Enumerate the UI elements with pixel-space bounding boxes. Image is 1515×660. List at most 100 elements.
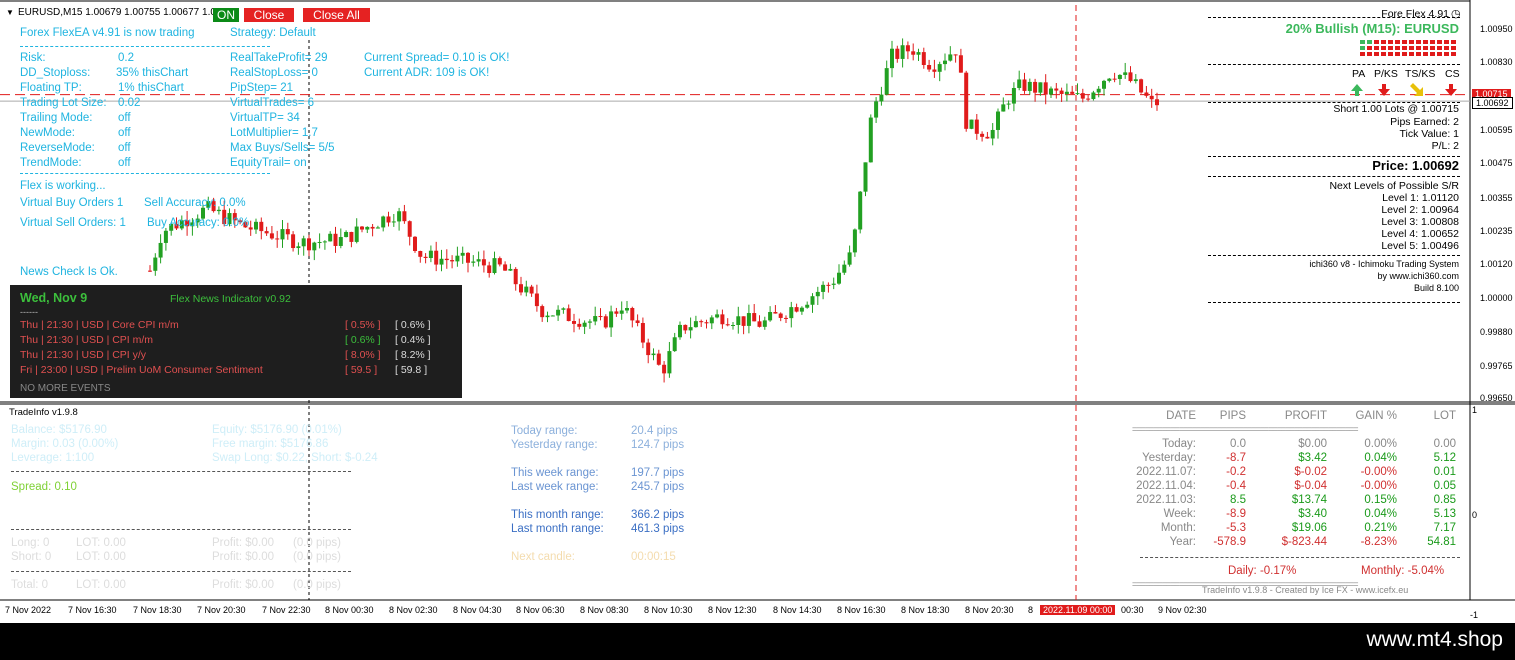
range-value: 245.7 pips xyxy=(631,481,685,493)
candle-body xyxy=(344,231,349,238)
margin: Margin: 0.03 (0.00%) xyxy=(11,438,119,450)
symbol-header: EURUSD,M15 1.00679 1.00755 1.00677 1.00 xyxy=(18,7,222,18)
candle-body xyxy=(651,353,656,356)
on-button[interactable]: ON xyxy=(213,8,239,22)
price-tick: 1.00000 xyxy=(1480,293,1513,303)
candle-body xyxy=(614,311,619,314)
arrow-down-red-icon xyxy=(1445,84,1457,96)
sr-level: Level 4: 1.00652 xyxy=(1381,228,1459,240)
candle-body xyxy=(662,364,667,374)
history-date-cell: Yesterday: xyxy=(1142,452,1196,464)
candle-body xyxy=(503,264,508,271)
strength-dot xyxy=(1388,52,1393,56)
candle-body xyxy=(312,242,317,251)
candle-body xyxy=(1070,91,1075,94)
candle-body xyxy=(550,315,555,317)
time-tick: 8 Nov 08:30 xyxy=(580,605,629,615)
monthly-gain: Monthly: -5.04% xyxy=(1361,565,1445,577)
candle-body xyxy=(688,327,693,331)
candle-body xyxy=(1091,92,1096,100)
history-pips-cell: -8.9 xyxy=(1226,508,1246,520)
candle-body xyxy=(259,221,264,232)
chart-menu-icon[interactable]: ▼ xyxy=(6,8,14,17)
candle-body xyxy=(815,291,820,297)
candle-body xyxy=(656,353,661,365)
history-pips-cell: -8.7 xyxy=(1226,452,1246,464)
floating-value: 1% thisChart xyxy=(118,82,184,94)
price-tick: 1.00120 xyxy=(1480,259,1513,269)
candle-body xyxy=(932,69,937,72)
candle-body xyxy=(773,312,778,314)
news-title: Flex News Indicator v0.92 xyxy=(170,293,291,305)
range-value: 197.7 pips xyxy=(631,467,685,479)
candle-body xyxy=(1033,81,1038,93)
lot-label: Trading Lot Size: xyxy=(20,97,107,109)
reverse-value: off xyxy=(118,142,131,154)
candle-body xyxy=(487,265,492,274)
candle-body xyxy=(826,284,831,286)
candle-body xyxy=(391,221,396,223)
candle-body xyxy=(916,52,921,55)
candle-body xyxy=(831,283,836,285)
history-lot-cell: 0.00 xyxy=(1433,438,1456,450)
equity-trail: EquityTrail= on xyxy=(230,157,307,169)
history-profit-cell: $3.42 xyxy=(1298,452,1327,464)
history-lot-cell: 54.81 xyxy=(1427,536,1456,548)
candle-body xyxy=(752,313,757,322)
strength-dot xyxy=(1444,40,1449,44)
candle-body xyxy=(678,324,682,338)
strength-dot xyxy=(1381,52,1386,56)
candle-body xyxy=(460,252,465,256)
candle-body xyxy=(365,226,370,230)
candle-body xyxy=(757,321,762,327)
candle-body xyxy=(852,229,857,253)
history-lot-cell: 5.12 xyxy=(1433,452,1456,464)
rp-divider xyxy=(1208,302,1460,303)
candle-body xyxy=(1049,88,1053,95)
time-tick: 8 xyxy=(1028,605,1034,615)
candle-body xyxy=(725,324,730,326)
close-all-button[interactable]: Close All xyxy=(303,8,370,22)
candle-body xyxy=(635,320,640,324)
candle-body xyxy=(577,323,582,327)
range-label: Today range: xyxy=(511,425,578,437)
time-tick: 8 Nov 00:30 xyxy=(325,605,374,615)
candle-body xyxy=(1149,95,1154,100)
time-tick: 9 Nov 02:30 xyxy=(1158,605,1207,615)
news-separator: ------ xyxy=(20,307,38,317)
current-adr: Current ADR: 109 is OK! xyxy=(364,67,490,79)
news-row-val2: [ 8.2% ] xyxy=(395,349,431,361)
arrow-down-red-icon xyxy=(1378,84,1390,96)
pks-label: P/KS xyxy=(1374,68,1398,80)
time-tick: 8 Nov 06:30 xyxy=(516,605,565,615)
lot-multiplier: LotMultiplier= 1.7 xyxy=(230,127,318,139)
candle-body xyxy=(1096,88,1101,93)
strength-dot xyxy=(1374,46,1379,50)
history-profit-cell: $3.40 xyxy=(1298,508,1327,520)
candle-body xyxy=(921,52,926,66)
candle-body xyxy=(720,314,725,325)
candle-body xyxy=(1064,91,1069,94)
strength-dot xyxy=(1381,40,1386,44)
candle-body xyxy=(985,136,990,139)
news-row-val2: [ 0.6% ] xyxy=(395,319,431,331)
trend-label: TrendMode: xyxy=(20,157,82,169)
price-tick: 0.99880 xyxy=(1480,327,1513,337)
long-profit: Profit: $0.00 xyxy=(212,537,275,549)
short-count: Short: 0 xyxy=(11,551,52,563)
candle-body xyxy=(481,259,486,266)
real-tp: RealTakeProfit= 29 xyxy=(230,52,328,64)
candle-body xyxy=(927,65,932,70)
candle-body xyxy=(317,241,322,243)
candle-body xyxy=(450,260,455,262)
candle-body xyxy=(1080,93,1085,99)
history-date-cell: Week: xyxy=(1163,508,1196,520)
sell-accuracy: Sell Accuracy: 0.0% xyxy=(144,197,246,209)
history-profit-cell: $19.06 xyxy=(1291,522,1327,534)
close-button[interactable]: Close xyxy=(244,8,294,22)
time-tick: 7 Nov 22:30 xyxy=(262,605,311,615)
candle-body xyxy=(715,314,720,318)
candle-body xyxy=(545,315,550,318)
strength-dot xyxy=(1451,46,1456,50)
risk-value: 0.2 xyxy=(118,52,134,64)
